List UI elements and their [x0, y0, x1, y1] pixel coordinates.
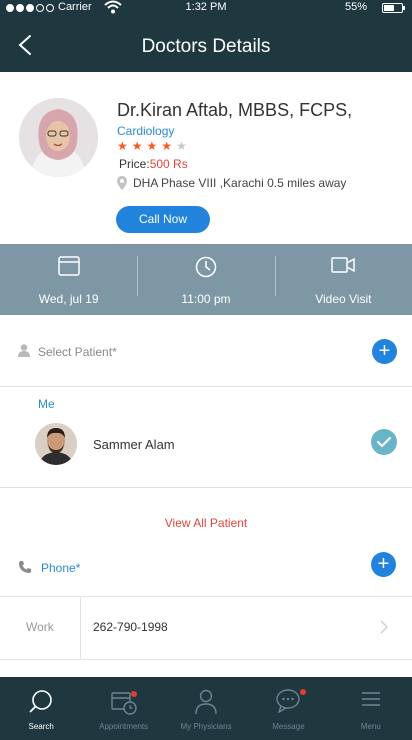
add-phone-button[interactable]: +: [371, 552, 396, 577]
chevron-right-icon[interactable]: [379, 619, 389, 635]
call-now-button[interactable]: Call Now: [116, 206, 210, 233]
doctor-price: Price:500 Rs: [119, 157, 188, 171]
patient-avatar: [35, 423, 77, 465]
doctor-location: DHA Phase VIII ,Karachi 0.5 miles away: [117, 176, 346, 190]
appointment-summary: Wed, jul 19 11:00 pm Video Visit: [0, 244, 412, 315]
appointment-visit-type[interactable]: Video Visit: [274, 244, 412, 315]
patient-name: Sammer Alam: [93, 437, 175, 452]
tab-menu-label: Menu: [360, 722, 381, 731]
phone-entry-row[interactable]: Work 262-790-1998: [0, 597, 412, 659]
divider: [80, 597, 81, 659]
rating-stars: ★ ★ ★ ★ ★: [117, 140, 187, 152]
tab-message[interactable]: Message: [247, 677, 329, 740]
appointment-time[interactable]: 11:00 pm: [137, 244, 274, 315]
divider: [0, 487, 412, 488]
tab-my-physicians-label: My Physicians: [180, 722, 232, 731]
notification-badge: [300, 689, 307, 695]
appointment-date[interactable]: Wed, jul 19: [0, 244, 137, 315]
appointment-time-label: 11:00 pm: [181, 292, 231, 306]
battery-icon: [382, 3, 405, 13]
phone-number: 262-790-1998: [93, 620, 168, 634]
divider: [0, 386, 412, 387]
star-icon: ★: [131, 139, 143, 153]
checkmark-icon: [376, 436, 392, 448]
person-icon: [18, 344, 30, 357]
patient-group-label: Me: [38, 397, 55, 411]
clock-icon: [195, 256, 217, 278]
tab-search-label: Search: [28, 722, 54, 731]
star-empty-icon: ★: [176, 139, 187, 153]
star-icon: ★: [117, 139, 128, 153]
location-text: DHA Phase VIII ,Karachi 0.5 miles away: [133, 176, 347, 190]
tab-appointments[interactable]: Appointments: [82, 677, 164, 740]
page-title: Doctors Details: [141, 36, 271, 57]
app-header: Carrier 1:32 PM 55% Doctors Details: [0, 0, 412, 72]
battery-percent: 55%: [345, 1, 368, 13]
status-bar: Carrier 1:32 PM 55%: [0, 0, 412, 18]
patient-selected-check[interactable]: [371, 429, 397, 455]
tab-menu[interactable]: Menu: [330, 677, 412, 740]
tab-appointments-label: Appointments: [99, 722, 149, 731]
view-all-patient-link[interactable]: View All Patient: [0, 516, 412, 530]
doctor-specialty: Cardiology: [117, 124, 175, 138]
tab-search[interactable]: Search: [0, 677, 82, 740]
add-patient-button[interactable]: +: [372, 339, 397, 364]
phone-type-label: Work: [26, 620, 54, 634]
price-value: 500 Rs: [149, 157, 188, 171]
appointment-date-label: Wed, jul 19: [38, 292, 99, 306]
location-pin-icon: [117, 176, 127, 190]
physician-icon: [195, 689, 217, 715]
tab-my-physicians[interactable]: My Physicians: [165, 677, 247, 740]
select-patient-label: Select Patient*: [38, 345, 117, 359]
appointment-visit-label: Video Visit: [315, 292, 372, 306]
doctor-avatar: [19, 98, 98, 177]
select-patient-row[interactable]: Select Patient*: [0, 331, 412, 371]
phone-icon: [19, 561, 31, 573]
divider: [0, 659, 412, 660]
search-icon: [29, 690, 53, 713]
doctor-name: Dr.Kiran Aftab, MBBS, FCPS,: [117, 100, 353, 120]
menu-icon: [361, 692, 380, 706]
bottom-tab-bar: Search Appointments My Physicians Messag…: [0, 677, 412, 740]
star-icon: ★: [146, 139, 158, 153]
chat-bubble-icon: [276, 689, 301, 713]
phone-label: Phone*: [41, 561, 81, 575]
tab-message-label: Message: [272, 722, 305, 731]
calendar-icon: [57, 256, 80, 276]
price-label: Price:: [119, 157, 150, 171]
star-icon: ★: [161, 139, 173, 153]
video-camera-icon: [331, 257, 356, 273]
